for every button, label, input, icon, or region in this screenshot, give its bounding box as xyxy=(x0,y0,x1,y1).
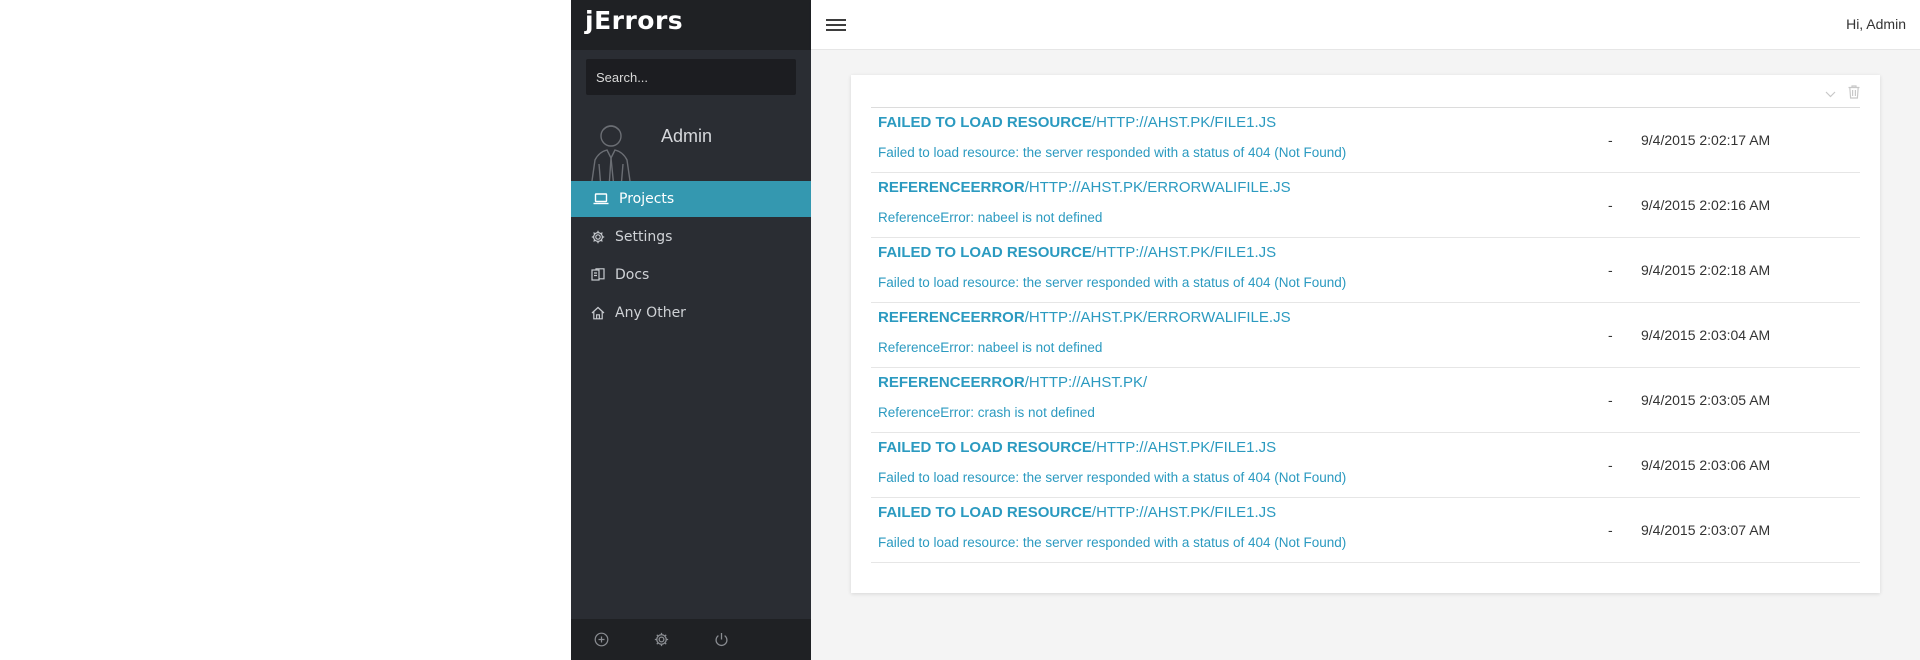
error-title-link[interactable]: REFERENCEERROR/HTTP://AHST.PK/ xyxy=(878,374,1147,391)
chevron-down-icon[interactable] xyxy=(1825,91,1836,98)
error-timestamp: 9/4/2015 2:02:16 AM xyxy=(1641,197,1771,213)
error-url: /HTTP://AHST.PK/ERRORWALIFILE.JS xyxy=(1024,179,1291,196)
sidebar: jErrors Admin xyxy=(571,0,811,660)
docs-icon xyxy=(591,268,613,282)
user-greeting[interactable]: Hi, Admin xyxy=(1846,16,1906,32)
sidebar-item-docs[interactable]: Docs xyxy=(571,257,811,293)
error-message: Failed to load resource: the server resp… xyxy=(878,145,1347,160)
sidebar-item-label: Projects xyxy=(619,191,675,207)
error-title-link[interactable]: FAILED TO LOAD RESOURCE/HTTP://AHST.PK/F… xyxy=(878,114,1276,131)
error-row[interactable]: FAILED TO LOAD RESOURCE/HTTP://AHST.PK/F… xyxy=(871,433,1860,498)
profile-name: Admin xyxy=(661,126,713,146)
error-type: FAILED TO LOAD RESOURCE xyxy=(878,439,1092,456)
error-url: /HTTP://AHST.PK/FILE1.JS xyxy=(1091,244,1277,261)
separator: - xyxy=(1608,327,1613,343)
error-url: /HTTP://AHST.PK/ERRORWALIFILE.JS xyxy=(1024,309,1291,326)
main-content: FAILED TO LOAD RESOURCE/HTTP://AHST.PK/F… xyxy=(811,50,1920,660)
error-type: REFERENCEERROR xyxy=(878,179,1025,196)
error-type: REFERENCEERROR xyxy=(878,374,1025,391)
error-url: /HTTP://AHST.PK/FILE1.JS xyxy=(1091,439,1277,456)
error-url: /HTTP://AHST.PK/FILE1.JS xyxy=(1091,114,1277,131)
error-type: FAILED TO LOAD RESOURCE xyxy=(878,114,1092,131)
error-timestamp: 9/4/2015 2:03:06 AM xyxy=(1641,457,1771,473)
gear-icon[interactable] xyxy=(631,619,691,660)
error-row[interactable]: FAILED TO LOAD RESOURCE/HTTP://AHST.PK/F… xyxy=(871,108,1860,173)
error-message: ReferenceError: nabeel is not defined xyxy=(878,210,1103,225)
sidebar-item-projects[interactable]: Projects xyxy=(571,181,811,217)
error-type: FAILED TO LOAD RESOURCE xyxy=(878,504,1092,521)
error-message: Failed to load resource: the server resp… xyxy=(878,470,1347,485)
error-row[interactable]: FAILED TO LOAD RESOURCE/HTTP://AHST.PK/F… xyxy=(871,498,1860,563)
separator: - xyxy=(1608,262,1613,278)
sidebar-item-label: Settings xyxy=(615,229,673,245)
error-title-link[interactable]: REFERENCEERROR/HTTP://AHST.PK/ERRORWALIF… xyxy=(878,309,1291,326)
error-timestamp: 9/4/2015 2:03:04 AM xyxy=(1641,327,1771,343)
error-type: FAILED TO LOAD RESOURCE xyxy=(878,244,1092,261)
sidebar-item-label: Any Other xyxy=(615,305,686,321)
separator: - xyxy=(1608,132,1613,148)
error-message: ReferenceError: nabeel is not defined xyxy=(878,340,1103,355)
error-timestamp: 9/4/2015 2:03:07 AM xyxy=(1641,522,1771,538)
error-row[interactable]: REFERENCEERROR/HTTP://AHST.PK/ Reference… xyxy=(871,368,1860,433)
error-title-link[interactable]: FAILED TO LOAD RESOURCE/HTTP://AHST.PK/F… xyxy=(878,504,1276,521)
error-message: Failed to load resource: the server resp… xyxy=(878,275,1347,290)
error-title-link[interactable]: FAILED TO LOAD RESOURCE/HTTP://AHST.PK/F… xyxy=(878,439,1276,456)
error-message: ReferenceError: crash is not defined xyxy=(878,405,1095,420)
sidebar-item-label: Docs xyxy=(615,267,650,283)
sidebar-nav: Projects Settings Docs Any Other xyxy=(571,181,811,333)
error-title-link[interactable]: REFERENCEERROR/HTTP://AHST.PK/ERRORWALIF… xyxy=(878,179,1291,196)
power-icon[interactable] xyxy=(691,619,751,660)
errors-panel: FAILED TO LOAD RESOURCE/HTTP://AHST.PK/F… xyxy=(851,75,1880,593)
separator: - xyxy=(1608,392,1613,408)
search-input[interactable] xyxy=(586,59,796,95)
trash-icon[interactable] xyxy=(1848,85,1860,99)
user-profile: Admin xyxy=(571,108,811,182)
app-logo[interactable]: jErrors xyxy=(571,0,811,50)
error-row[interactable]: REFERENCEERROR/HTTP://AHST.PK/ERRORWALIF… xyxy=(871,303,1860,368)
error-url: /HTTP://AHST.PK/ xyxy=(1024,374,1148,391)
laptop-icon xyxy=(593,192,615,206)
error-type: REFERENCEERROR xyxy=(878,309,1025,326)
sidebar-item-settings[interactable]: Settings xyxy=(571,219,811,255)
error-row[interactable]: FAILED TO LOAD RESOURCE/HTTP://AHST.PK/F… xyxy=(871,238,1860,303)
separator: - xyxy=(1608,522,1613,538)
panel-toolbar xyxy=(871,75,1860,108)
hamburger-menu-icon[interactable] xyxy=(823,12,849,38)
avatar xyxy=(591,125,631,182)
add-circle-icon[interactable] xyxy=(571,619,631,660)
error-url: /HTTP://AHST.PK/FILE1.JS xyxy=(1091,504,1277,521)
app-root: jErrors Admin xyxy=(571,0,1920,660)
error-timestamp: 9/4/2015 2:02:17 AM xyxy=(1641,132,1771,148)
error-message: Failed to load resource: the server resp… xyxy=(878,535,1347,550)
separator: - xyxy=(1608,197,1613,213)
error-timestamp: 9/4/2015 2:02:18 AM xyxy=(1641,262,1771,278)
home-icon xyxy=(591,306,613,320)
sidebar-item-any-other[interactable]: Any Other xyxy=(571,295,811,331)
gear-icon xyxy=(591,230,613,244)
sidebar-footer xyxy=(571,619,811,660)
error-row[interactable]: REFERENCEERROR/HTTP://AHST.PK/ERRORWALIF… xyxy=(871,173,1860,238)
topbar: Hi, Admin xyxy=(811,0,1920,50)
error-timestamp: 9/4/2015 2:03:05 AM xyxy=(1641,392,1771,408)
separator: - xyxy=(1608,457,1613,473)
error-list: FAILED TO LOAD RESOURCE/HTTP://AHST.PK/F… xyxy=(871,108,1860,563)
error-title-link[interactable]: FAILED TO LOAD RESOURCE/HTTP://AHST.PK/F… xyxy=(878,244,1276,261)
